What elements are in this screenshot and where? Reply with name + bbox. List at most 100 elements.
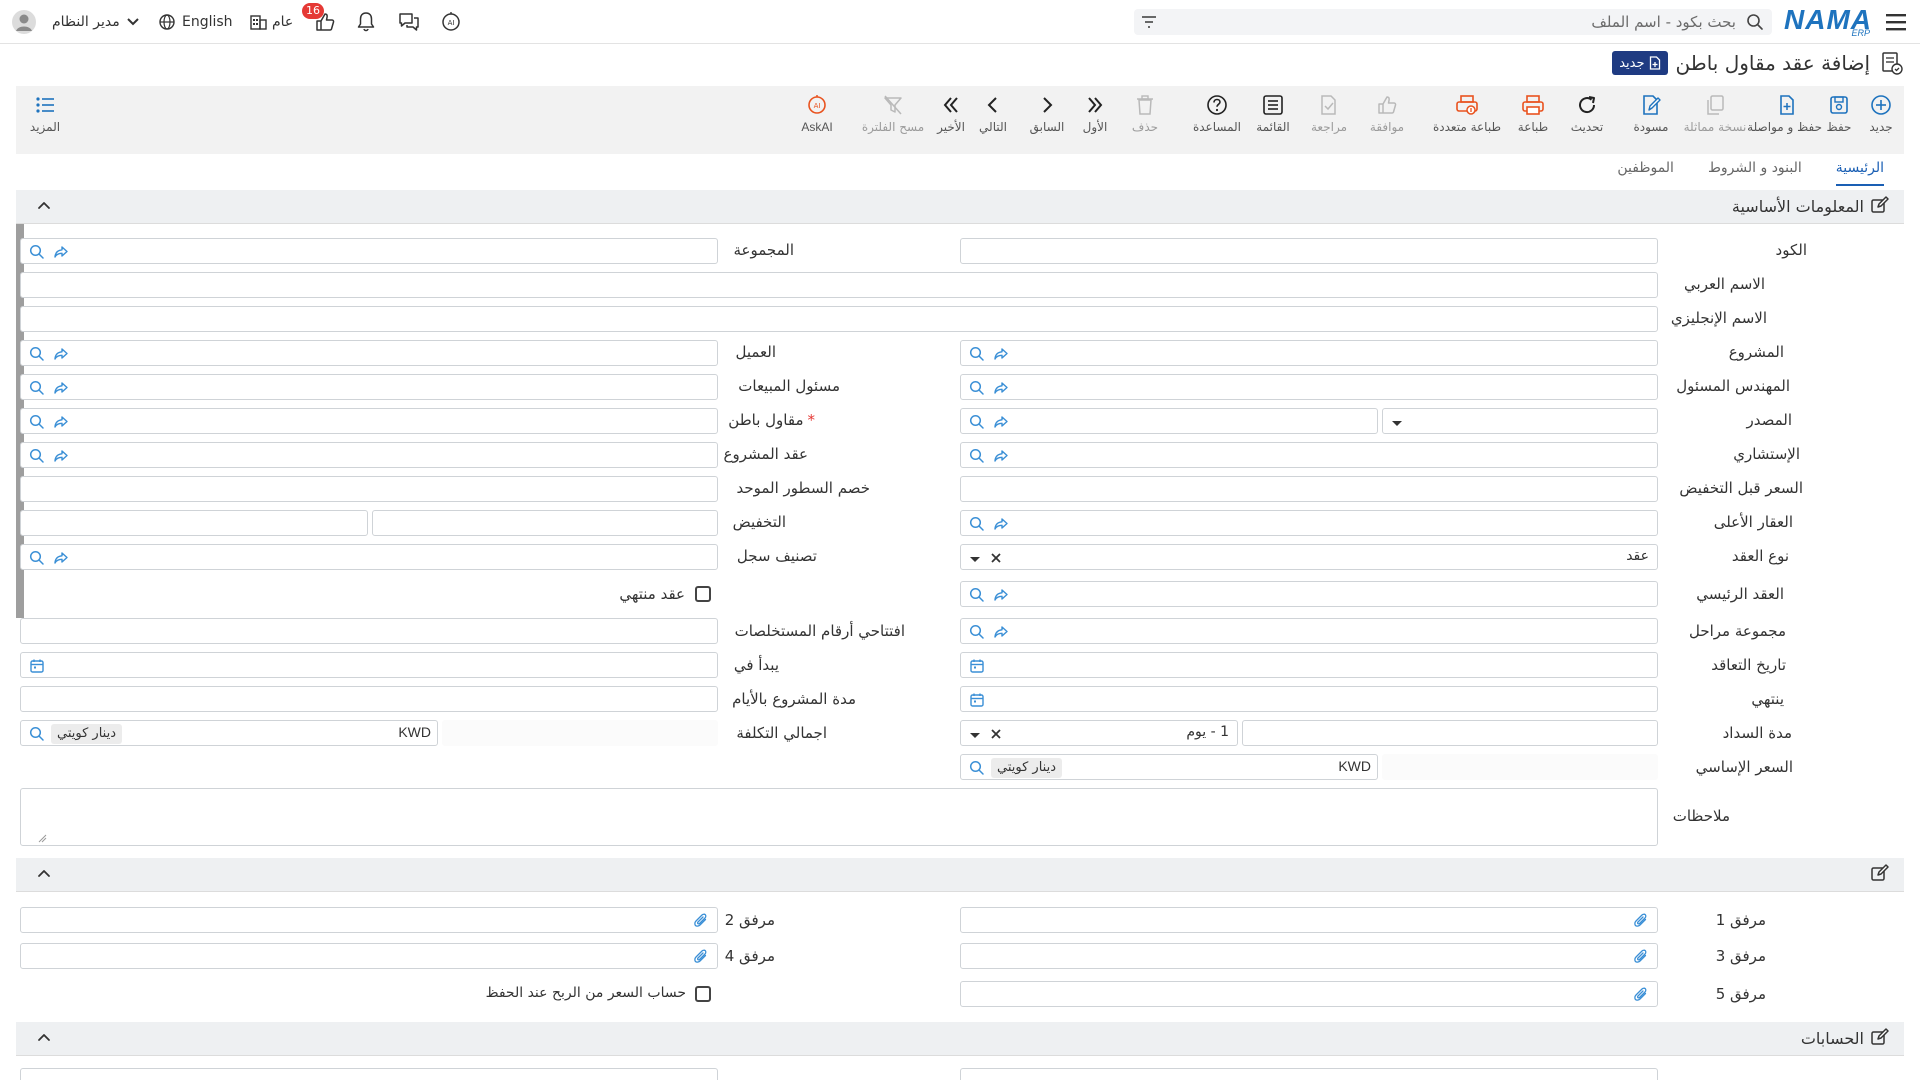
help-button[interactable]: المساعدة <box>1182 94 1252 134</box>
draft-button[interactable]: مسودة <box>1616 94 1686 134</box>
code-input[interactable] <box>960 238 1658 264</box>
open-link-icon[interactable] <box>993 448 1009 464</box>
ask-ai-button[interactable]: AI AskAI <box>782 94 852 134</box>
approvals-button[interactable]: 16 <box>302 3 336 34</box>
search-icon[interactable] <box>29 726 45 742</box>
chevron-up-icon[interactable] <box>36 198 52 214</box>
calendar-icon[interactable] <box>969 658 985 674</box>
calc-price-checkbox[interactable] <box>695 986 711 1002</box>
base-price-currency[interactable]: دينار كويتي KWD <box>960 754 1378 780</box>
search-icon[interactable] <box>969 516 985 532</box>
attachment-3-input[interactable] <box>960 943 1658 969</box>
english-name-input[interactable] <box>20 306 1658 332</box>
print-button[interactable]: طباعة <box>1498 94 1568 134</box>
caret-down-icon[interactable] <box>967 551 983 567</box>
source-lookup[interactable] <box>960 408 1378 434</box>
chevron-up-icon[interactable] <box>36 866 52 882</box>
clear-icon[interactable] <box>989 551 1003 565</box>
payment-period-input[interactable] <box>1242 720 1658 746</box>
invoice-opening-numbers-input[interactable] <box>20 618 718 644</box>
open-link-icon[interactable] <box>993 624 1009 640</box>
open-link-icon[interactable] <box>993 414 1009 430</box>
paperclip-icon[interactable] <box>1633 987 1649 1003</box>
clear-filter-button[interactable]: مسح الفلترة <box>858 94 928 134</box>
open-link-icon[interactable] <box>53 448 69 464</box>
search-icon[interactable] <box>29 414 45 430</box>
search-icon[interactable] <box>969 380 985 396</box>
accounts-section-header[interactable]: الحسابات <box>16 1022 1904 1056</box>
paperclip-icon[interactable] <box>1633 913 1649 929</box>
project-duration-input[interactable] <box>20 686 718 712</box>
open-link-icon[interactable] <box>993 587 1009 603</box>
start-date-picker[interactable] <box>20 652 718 678</box>
multi-print-button[interactable]: طباعة متعددة <box>1432 94 1502 134</box>
paperclip-icon[interactable] <box>693 949 709 965</box>
accounts-field-right[interactable] <box>960 1068 1658 1080</box>
notes-textarea[interactable] <box>20 788 1658 846</box>
search-icon[interactable] <box>969 448 985 464</box>
basic-info-section-header[interactable]: المعلومات الأساسية <box>16 190 1904 224</box>
parent-property-lookup[interactable] <box>960 510 1658 536</box>
project-lookup[interactable] <box>960 340 1658 366</box>
resize-handle-icon[interactable] <box>37 833 47 843</box>
sales-person-lookup[interactable] <box>20 374 718 400</box>
search-icon[interactable] <box>29 550 45 566</box>
contract-type-select[interactable]: عقد <box>960 544 1658 570</box>
attachment-1-input[interactable] <box>960 907 1658 933</box>
calendar-icon[interactable] <box>969 692 985 708</box>
group-lookup[interactable] <box>20 238 718 264</box>
more-button[interactable]: المزيد <box>10 94 80 134</box>
open-link-icon[interactable] <box>53 414 69 430</box>
consultant-lookup[interactable] <box>960 442 1658 468</box>
search-icon[interactable] <box>29 346 45 362</box>
discount-amount-input[interactable] <box>372 510 718 536</box>
caret-down-icon[interactable] <box>967 727 983 743</box>
user-menu[interactable]: مدير النظام <box>12 10 140 34</box>
open-link-icon[interactable] <box>53 380 69 396</box>
arabic-name-input[interactable] <box>20 272 1658 298</box>
open-link-icon[interactable] <box>993 380 1009 396</box>
tab-terms[interactable]: البنود و الشروط <box>1708 160 1802 186</box>
payment-period-select[interactable]: 1 - يوم <box>960 720 1238 746</box>
contract-date-picker[interactable] <box>960 652 1658 678</box>
language-switch[interactable]: English <box>158 10 233 34</box>
base-price-input[interactable] <box>1382 754 1658 780</box>
tab-main[interactable]: الرئيسية <box>1835 160 1884 186</box>
bell-icon[interactable] <box>356 10 376 34</box>
source-type-select[interactable] <box>1382 408 1658 434</box>
main-contract-lookup[interactable] <box>960 581 1658 607</box>
tab-employees[interactable]: الموظفين <box>1617 160 1674 186</box>
attachment-4-input[interactable] <box>20 943 718 969</box>
subcontractor-lookup[interactable] <box>20 408 718 434</box>
attachment-2-input[interactable] <box>20 907 718 933</box>
paperclip-icon[interactable] <box>693 913 709 929</box>
chat-icon[interactable] <box>398 10 420 34</box>
search-icon[interactable] <box>969 624 985 640</box>
customer-lookup[interactable] <box>20 340 718 366</box>
unified-line-discount-input[interactable] <box>20 476 718 502</box>
phases-group-lookup[interactable] <box>960 618 1658 644</box>
open-link-icon[interactable] <box>993 516 1009 532</box>
discount-percent-input[interactable] <box>20 510 368 536</box>
clear-icon[interactable] <box>989 727 1003 741</box>
engineer-lookup[interactable] <box>960 374 1658 400</box>
project-contract-lookup[interactable] <box>20 442 718 468</box>
chevron-up-icon[interactable] <box>36 1030 52 1046</box>
save-continue-button[interactable]: حفظ و مواصلة <box>1747 94 1822 134</box>
record-classification-lookup[interactable] <box>20 544 718 570</box>
search-icon[interactable] <box>29 244 45 260</box>
search-icon[interactable] <box>29 448 45 464</box>
search-icon[interactable] <box>969 346 985 362</box>
open-link-icon[interactable] <box>53 346 69 362</box>
calendar-icon[interactable] <box>29 658 45 674</box>
search-icon[interactable] <box>969 414 985 430</box>
end-date-picker[interactable] <box>960 686 1658 712</box>
accounts-field-left[interactable] <box>20 1068 718 1080</box>
branch-selector[interactable]: عام <box>248 10 293 34</box>
search-icon[interactable] <box>969 587 985 603</box>
open-link-icon[interactable] <box>993 346 1009 362</box>
search-icon[interactable] <box>969 760 985 776</box>
paperclip-icon[interactable] <box>1633 949 1649 965</box>
total-cost-currency[interactable]: دينار كويتي KWD <box>20 720 438 746</box>
filter-icon[interactable] <box>1140 14 1158 30</box>
